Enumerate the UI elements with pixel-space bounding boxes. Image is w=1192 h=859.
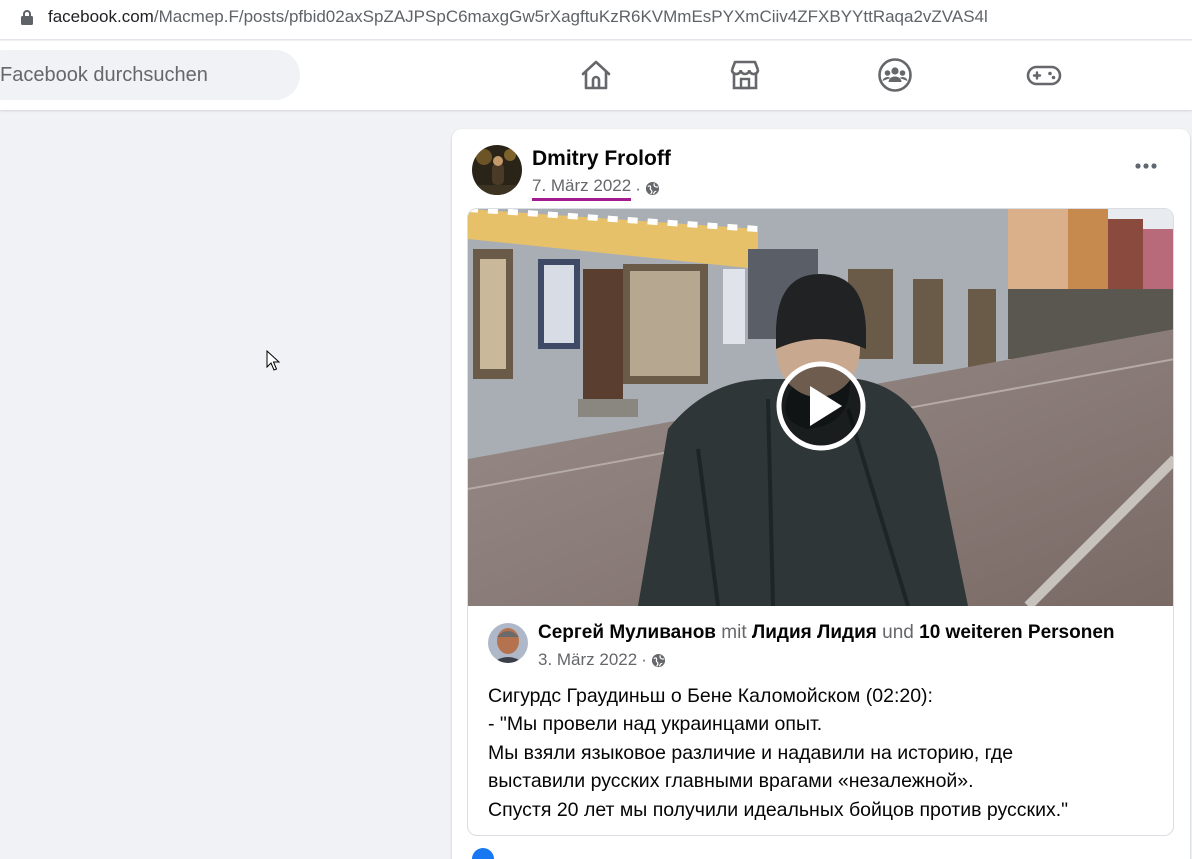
more-options-icon[interactable] [1126,151,1166,181]
shared-author-avatar[interactable] [488,623,528,663]
tagged-person-name[interactable]: Лидия Лидия [752,622,877,643]
with-word: mit [721,622,747,643]
post-card: Dmitry Froloff 7. März 2022 · Сергей Мул… [452,129,1190,859]
shared-post: Сергей Муливанов mit Лидия Лидия und 10 … [467,208,1174,836]
facebook-header [0,41,1192,110]
shared-post-header: Сергей Муливанов mit Лидия Лидия und 10 … [538,622,1115,644]
post-author-name[interactable]: Dmitry Froloff [532,147,671,171]
gaming-icon[interactable] [1026,57,1062,93]
search-input[interactable] [0,50,280,100]
post-date[interactable]: 7. März 2022 [532,176,632,201]
post-text-line: Спустя 20 лет мы получили идеальных бойц… [488,798,1069,821]
meta-separator: · [635,178,641,198]
url-domain: facebook.com [48,7,154,26]
shared-post-date[interactable]: 3. März 2022 [538,650,637,670]
and-word: und [882,622,914,643]
url-text[interactable]: facebook.com/Macmep.F/posts/pfbid02axSpZ… [48,7,988,27]
url-path: /Macmep.F/posts/pfbid02axSpZAJPSpC6maxgG… [153,7,988,26]
post-meta: 7. März 2022 · [532,176,660,201]
like-reaction-icon[interactable] [472,848,494,859]
video-thumbnail[interactable] [468,209,1173,606]
globe-icon [651,653,665,667]
shared-post-text: Сигурдс Граудиньш о Бене Каломойском (02… [488,682,1168,824]
post-text-line: выставили русских главными врагами «неза… [488,770,974,793]
play-video-icon[interactable] [775,360,867,452]
groups-icon[interactable] [877,57,913,93]
post-text-line: - "Мы провели над украинцами опыт. [488,713,823,736]
browser-address-bar[interactable]: facebook.com/Macmep.F/posts/pfbid02axSpZ… [0,0,1192,40]
tagged-others-link[interactable]: 10 weiteren Personen [919,622,1114,643]
post-text-line: Сигурдс Граудиньш о Бене Каломойском (02… [488,685,933,707]
marketplace-icon[interactable] [727,57,763,93]
search-box[interactable] [0,50,300,100]
mouse-cursor-icon [266,350,280,371]
meta-separator: · [641,650,647,669]
author-avatar[interactable] [472,145,522,195]
lock-icon [21,10,33,25]
post-text-line: Мы взяли языковое различие и надавили на… [488,741,1014,764]
shared-post-meta: 3. März 2022 · [538,650,666,670]
globe-icon [645,181,659,196]
shared-author-name[interactable]: Сергей Муливанов [538,622,716,643]
home-icon[interactable] [578,57,614,93]
